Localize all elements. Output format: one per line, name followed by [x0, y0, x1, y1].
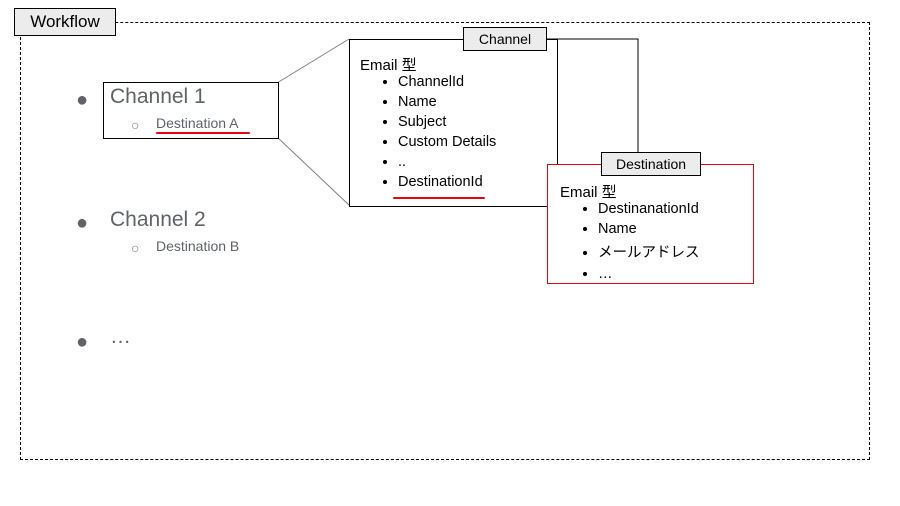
destination-detail-heading: Email 型	[560, 181, 617, 202]
destination-field: Name	[598, 221, 700, 237]
destination-field: …	[598, 266, 700, 282]
destination-field-list: DestinanationId Name メールアドレス …	[548, 201, 700, 286]
channel2-title: Channel 2	[110, 208, 206, 232]
channel2-destination: Destination B	[156, 238, 239, 254]
channel-field-list: ChannelId Name Subject Custom Details ..…	[350, 74, 496, 194]
bullet-icon: ●	[76, 90, 88, 110]
channel1-destination: Destination A	[156, 115, 239, 131]
hollow-bullet-icon: ○	[131, 240, 139, 256]
channel-field: ..	[398, 154, 496, 170]
destination-field: メールアドレス	[598, 241, 700, 262]
channel-field: Custom Details	[398, 134, 496, 150]
hollow-bullet-icon: ○	[131, 117, 139, 133]
channel-field: Name	[398, 94, 496, 110]
channel-field: ChannelId	[398, 74, 496, 90]
channel-label-tag: Channel	[463, 27, 547, 51]
red-underline-destination-a	[156, 132, 250, 134]
channel1-title: Channel 1	[110, 85, 206, 109]
channel-detail-heading: Email 型	[360, 54, 417, 75]
bullet-icon: ●	[76, 213, 88, 233]
channel-detail-box: Email 型 ChannelId Name Subject Custom De…	[349, 39, 558, 207]
more-channels: …	[110, 325, 131, 349]
destination-field: DestinanationId	[598, 201, 700, 217]
channel-field: Subject	[398, 114, 496, 130]
destination-detail-box: Email 型 DestinanationId Name メールアドレス …	[547, 164, 754, 284]
red-underline-destinationid	[393, 197, 485, 199]
bullet-icon: ●	[76, 332, 88, 352]
destination-label-tag: Destination	[601, 152, 701, 176]
workflow-label-tag: Workflow	[14, 8, 116, 36]
channel-field-destinationid: DestinationId	[398, 174, 496, 190]
